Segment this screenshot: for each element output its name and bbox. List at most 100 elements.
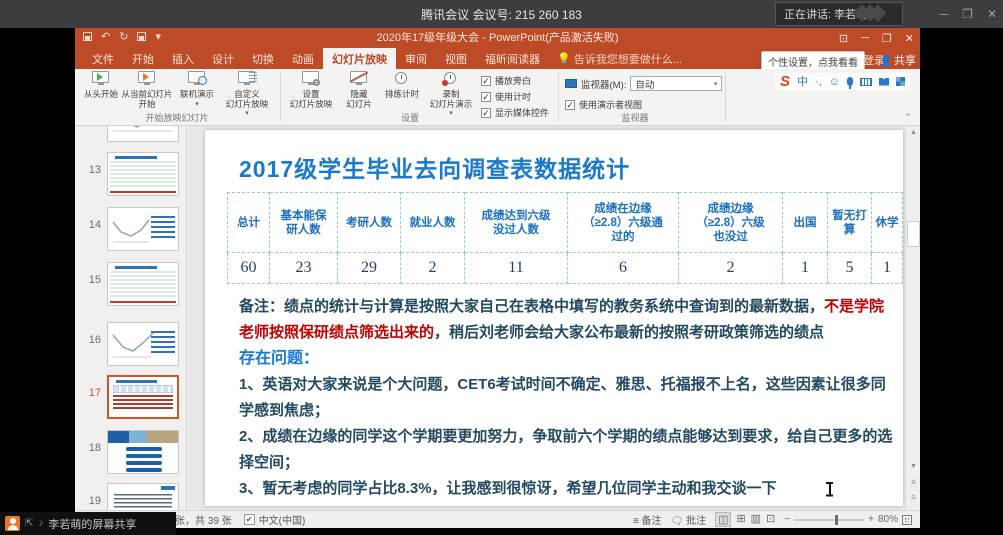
scrollbar-thumb[interactable] [907,221,920,247]
present-online-button[interactable]: 联机演示▾ [175,71,219,109]
problem-item-2[interactable]: 2、成绩在边缘的同学这个学期要更加努力，争取前六个学期的绩点能够达到要求，给自己… [239,424,895,476]
skin-icon[interactable] [879,78,889,86]
col-header[interactable]: 总计 [228,193,270,253]
show-media-controls-checkbox[interactable]: ✓显示媒体控件 [481,106,549,119]
tab-slideshow[interactable]: 幻灯片放映 [323,48,396,69]
rehearse-timings-button[interactable]: 排练计时 [381,71,423,100]
minimize-icon[interactable]: ─ [940,7,949,21]
ppt-minimize-icon[interactable]: ─ [861,32,869,44]
cell-edge-fail[interactable]: 2 [679,253,783,284]
mic-status-icon[interactable]: ♪ [38,518,43,529]
previous-slide-icon[interactable]: ≛ [906,478,921,490]
col-header[interactable]: 出国 [783,193,828,253]
punctuation-icon[interactable]: ·, [815,76,822,88]
monitor-dropdown[interactable]: 自动▾ [630,76,722,91]
setup-slideshow-icon [301,71,321,87]
use-timings-checkbox[interactable]: ✓使用计时 [481,90,549,103]
tab-animations[interactable]: 动画 [283,48,323,69]
tab-file[interactable]: 文件 [83,48,123,69]
tell-me-box[interactable]: 💡告诉我您想要做什么... [549,48,690,69]
col-header[interactable]: 基本能保 研人数 [270,193,338,253]
tab-view[interactable]: 视图 [436,48,476,69]
group-divider [280,73,281,121]
col-header[interactable]: 就业人数 [401,193,465,253]
col-header[interactable]: 休学 [872,193,903,253]
from-current-slide-button[interactable]: 从当前幻灯片 开始 [121,71,173,109]
col-header[interactable]: 成绩边缘 （≥2.8）六级 也没过 [679,193,783,253]
toolbox-grid-icon[interactable] [896,77,905,86]
problem-item-1[interactable]: 1、英语对大家来说是个大问题，CET6考试时间不确定、雅思、托福报不上名，这些因… [239,372,895,424]
survey-data-table[interactable]: 总计 基本能保 研人数 考研人数 就业人数 成绩达到六级 没过人数 成绩在边缘 … [227,192,903,284]
cell-jiuye[interactable]: 2 [401,253,465,284]
tab-design[interactable]: 设计 [203,48,243,69]
reading-view-icon[interactable]: ▥ [751,512,761,527]
cell-total[interactable]: 60 [228,253,270,284]
cell-undecided[interactable]: 5 [828,253,872,284]
setup-slideshow-button[interactable]: 设置 幻灯片放映 [285,71,337,109]
ribbon: 从头开始 从当前幻灯片 开始 联机演示▾ 自定义 幻灯片放映▾ 开始放映幻灯片 … [75,69,920,126]
notes-toggle[interactable]: ≡ 备注 [633,512,662,527]
normal-view-icon[interactable]: ◫ [715,512,731,527]
ribbon-options-icon[interactable]: ⊡ [839,32,848,45]
problems-heading[interactable]: 存在问题： [239,346,895,372]
cell-leave[interactable]: 1 [872,253,903,284]
col-header[interactable]: 成绩达到六级 没过人数 [465,193,568,253]
zoom-out-icon[interactable]: − [784,514,790,525]
ppt-close-icon[interactable]: ✕ [905,32,914,45]
close-icon[interactable]: ✕ [987,7,997,21]
cell-abroad[interactable]: 1 [783,253,828,284]
problem-item-3[interactable]: 3、暂无考虑的同学占比8.3%，让我感到很惊讶，希望几位同学主动和我交谈一下 [239,476,895,502]
play-from-current-icon [137,71,157,87]
spellcheck-icon[interactable]: ✔ [244,514,255,525]
soft-keyboard-icon[interactable] [860,78,872,86]
slide-sorter-icon[interactable]: ⊞ [736,512,745,527]
note-paragraph[interactable]: 备注：绩点的统计与计算是按照大家自己在表格中填写的教务系统中查询到的最新数据，不… [239,294,895,346]
monitor-icon [565,79,577,88]
slide-title[interactable]: 2017级学生毕业去向调查表数据统计 [239,150,630,184]
next-slide-icon[interactable]: ≛ [906,493,921,505]
cell-edge-pass[interactable]: 6 [568,253,679,284]
cell-cet-fail[interactable]: 11 [465,253,568,284]
tab-review[interactable]: 审阅 [396,48,436,69]
col-header[interactable]: 考研人数 [338,193,401,253]
tab-transitions[interactable]: 切换 [243,48,283,69]
screen: 腾讯会议 会议号: 215 260 183 正在讲话: 李若萌; ─ ❐ ✕ ↶… [0,0,1003,535]
fit-slide-icon[interactable] [902,515,912,525]
current-slide[interactable]: 2017级学生毕业去向调查表数据统计 总计 基本能保 研人数 考研人数 就业人数… [205,130,903,506]
ppt-restore-icon[interactable]: ❐ [882,32,892,45]
sogou-logo-icon[interactable]: S [780,75,790,88]
share-button[interactable]: 👤共享 [880,52,916,68]
vertical-scrollbar[interactable]: ▲ ▼ ≛ ≛ [905,126,920,510]
slideshow-view-icon[interactable]: ⊡ [766,512,775,527]
use-presenter-view-checkbox[interactable]: ✓使用演示者视图 [565,98,642,111]
share-control-icon[interactable]: ⇱ [25,518,33,529]
tab-insert[interactable]: 插入 [163,48,203,69]
zoom-slider[interactable] [794,519,864,521]
zoom-percent[interactable]: 80% [878,514,898,525]
table-data-row: 60 23 29 2 11 6 2 1 5 1 [228,253,903,284]
zoom-in-icon[interactable]: + [868,514,874,525]
hide-slide-button[interactable]: 隐藏 幻灯片 [339,71,379,109]
play-narrations-checkbox[interactable]: ✓播放旁白 [481,74,549,87]
voice-input-icon[interactable] [847,77,853,86]
scroll-up-icon[interactable]: ▲ [906,126,921,140]
zoom-slider-thumb[interactable] [835,515,838,525]
cell-kaoyan[interactable]: 29 [338,253,401,284]
cell-baoyan[interactable]: 23 [270,253,338,284]
scroll-down-icon[interactable]: ▼ [906,460,921,474]
col-header[interactable]: 成绩在边缘 （≥2.8）六级通 过的 [568,193,679,253]
emoji-icon[interactable]: ☺ [829,76,840,88]
collapse-ribbon-icon[interactable]: ⌃ [904,112,912,123]
comments-toggle[interactable]: 🗨 批注 [671,512,706,527]
from-beginning-button[interactable]: 从头开始 [81,71,121,100]
tab-home[interactable]: 开始 [123,48,163,69]
group-divider [558,73,559,121]
language-indicator[interactable]: 中文(中国) [259,512,306,527]
col-header[interactable]: 暂无打 算 [828,193,872,253]
restore-icon[interactable]: ❐ [962,7,973,21]
group-label-monitors: 监视器 [575,111,695,124]
presenter-avatar-icon [5,516,20,531]
tab-foxit[interactable]: 福昕阅读器 [476,48,549,69]
input-mode-icon[interactable]: 中 [797,76,808,88]
slide-body-text[interactable]: 备注：绩点的统计与计算是按照大家自己在表格中填写的教务系统中查询到的最新数据，不… [239,294,895,502]
